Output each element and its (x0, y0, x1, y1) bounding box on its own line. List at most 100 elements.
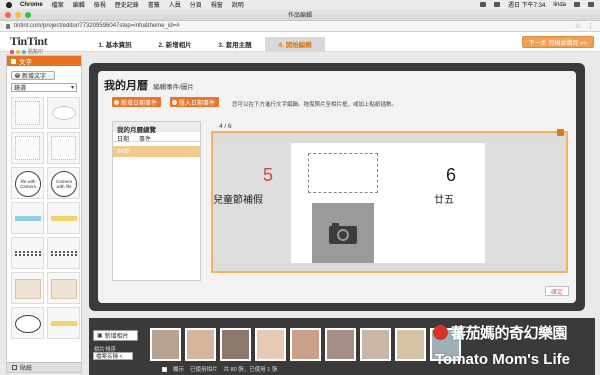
step-add-photos[interactable]: 2. 新增相片 (145, 37, 205, 51)
photo-thumbnail[interactable] (150, 328, 181, 361)
confirm-button[interactable]: 確定 (544, 286, 569, 296)
step-start-editing[interactable]: 4. 開始編輯 (265, 37, 325, 51)
text-style-tile[interactable] (47, 132, 80, 164)
apple-logo-icon[interactable] (6, 1, 12, 8)
left-day-cell[interactable]: 5 兒童節補假 (213, 143, 291, 263)
search-icon[interactable] (574, 2, 580, 7)
delete-icon[interactable] (557, 129, 564, 136)
left-day-number[interactable]: 5 (263, 165, 273, 186)
show-used-checkbox[interactable] (162, 366, 167, 372)
close-window-button[interactable] (5, 12, 11, 18)
paper-note-icon (15, 279, 41, 299)
add-date-event-button[interactable]: 新增日期事件 (112, 97, 162, 107)
event-row[interactable]: 0406 (113, 146, 200, 157)
menubar-user[interactable]: linda (553, 2, 566, 8)
text-style-tile[interactable]: life with Camera (11, 167, 44, 199)
photo-thumbnail[interactable] (220, 328, 251, 361)
menubar-clock[interactable]: 週日 下午7:34 (508, 0, 545, 9)
url-field[interactable]: tintint.com/project/editor/773209596047s… (14, 23, 571, 29)
sticker-tab[interactable]: 貼紙 (7, 362, 81, 372)
photo-thumbnail[interactable] (325, 328, 356, 361)
step-apply-theme[interactable]: 3. 套用主題 (205, 37, 265, 51)
text-style-tile[interactable] (47, 272, 80, 304)
text-style-tile[interactable] (47, 237, 80, 269)
circle-label-icon: life with Camera (15, 171, 41, 197)
sticker-icon (12, 365, 17, 370)
photo-thumbnail[interactable] (360, 328, 391, 361)
menubar-tray: 週日 下午7:34 linda (479, 0, 594, 9)
add-photo-button[interactable]: ▣ 新增相片 (93, 330, 138, 341)
add-text-label: 新增文字 (22, 74, 47, 80)
zoom-window-button[interactable] (25, 12, 31, 18)
photo-image (257, 330, 284, 359)
text-style-tile[interactable] (47, 307, 80, 339)
dotted-frame-icon (51, 136, 76, 160)
calendar-canvas[interactable]: 5 兒童節補假 6 廿五 (211, 129, 568, 273)
chevron-down-icon: ▾ (70, 85, 74, 91)
ornament-icon (51, 251, 77, 256)
text-style-tile[interactable] (11, 307, 44, 339)
text-style-tile[interactable] (47, 202, 80, 234)
text-style-tile[interactable] (11, 97, 44, 129)
photo-thumbnail[interactable] (255, 328, 286, 361)
right-day-text[interactable]: 廿五 (434, 191, 454, 206)
photo-icon: ▣ (97, 333, 103, 339)
text-style-tile[interactable] (11, 132, 44, 164)
minimize-window-button[interactable] (15, 12, 21, 18)
right-day-number[interactable]: 6 (446, 165, 456, 186)
photo-spread[interactable]: 6 廿五 (291, 143, 485, 263)
import-icon (172, 99, 177, 105)
menu-people[interactable]: 人員 (169, 0, 181, 9)
menu-view[interactable]: 檢視 (94, 0, 106, 9)
window-titlebar: 作品編輯 (0, 9, 600, 21)
text-style-tile[interactable] (11, 237, 44, 269)
photo-image (327, 330, 354, 359)
text-style-tile[interactable]: Camera with life (47, 167, 80, 199)
text-placeholder-box[interactable] (308, 153, 378, 193)
next-finish-button[interactable]: 下一步 完稿並購買 >> (521, 36, 594, 48)
logo-subtitle: 點點印 (10, 48, 70, 55)
add-text-button[interactable]: + 新增文字 (11, 71, 55, 80)
photo-thumbnail[interactable] (290, 328, 321, 361)
battery-icon[interactable] (493, 2, 500, 7)
menu-edit[interactable]: 編輯 (73, 0, 85, 9)
menu-help[interactable]: 說明 (232, 0, 244, 9)
photo-thumbnail[interactable] (185, 328, 216, 361)
step-basic-info[interactable]: 1. 基本資訊 (85, 37, 145, 51)
right-day-cell[interactable] (485, 143, 566, 263)
import-date-event-button[interactable]: 匯入日期事件 (170, 97, 220, 107)
left-day-text[interactable]: 兒童節補假 (213, 191, 263, 206)
menu-history[interactable]: 歷史記錄 (115, 0, 139, 9)
menu-bookmarks[interactable]: 書籤 (148, 0, 160, 9)
lock-icon (6, 23, 10, 29)
calendar-editor-panel: 我的月曆 編輯事件/圖片 新增日期事件 匯入日期事件 您可以在下方進行文字編輯。… (98, 71, 576, 303)
logo-dot-red-icon (10, 49, 14, 54)
text-style-value: 鏡選 (14, 86, 27, 92)
browser-menu-icon[interactable]: ⋮ (587, 22, 594, 30)
photo-thumbnail[interactable] (395, 328, 426, 361)
text-style-tile[interactable] (11, 202, 44, 234)
menu-window[interactable]: 視窗 (211, 0, 223, 9)
logo-text: TinTint (10, 34, 48, 48)
menu-app-name[interactable]: Chrome (20, 2, 43, 8)
add-photo-label: 新增相片 (104, 334, 129, 340)
text-style-grid: life with Camera Camera with life (7, 95, 81, 341)
text-tool-icon (11, 58, 16, 64)
menu-list-icon[interactable] (588, 2, 594, 7)
text-style-tile[interactable] (47, 97, 80, 129)
import-date-event-label: 匯入日期事件 (179, 100, 216, 107)
text-style-tile[interactable] (11, 272, 44, 304)
menu-file[interactable]: 檔案 (52, 0, 64, 9)
menu-tabs[interactable]: 分頁 (190, 0, 202, 9)
tintint-logo[interactable]: TinTint 點點印 (10, 34, 70, 55)
photo-frame[interactable] (312, 203, 374, 263)
tomato-logo-icon (433, 325, 448, 340)
text-style-select[interactable]: 鏡選 ▾ (11, 83, 77, 92)
events-table-header: 日期 事件 (113, 132, 200, 143)
wifi-icon[interactable] (479, 2, 486, 7)
events-overview-title: 我的月曆總覽 (113, 122, 200, 134)
tape-icon (15, 216, 41, 221)
photo-thumbnails (150, 328, 461, 361)
sort-select[interactable]: 檔案名稱 < (93, 352, 133, 360)
bookmark-star-icon[interactable]: ☆ (575, 22, 581, 30)
